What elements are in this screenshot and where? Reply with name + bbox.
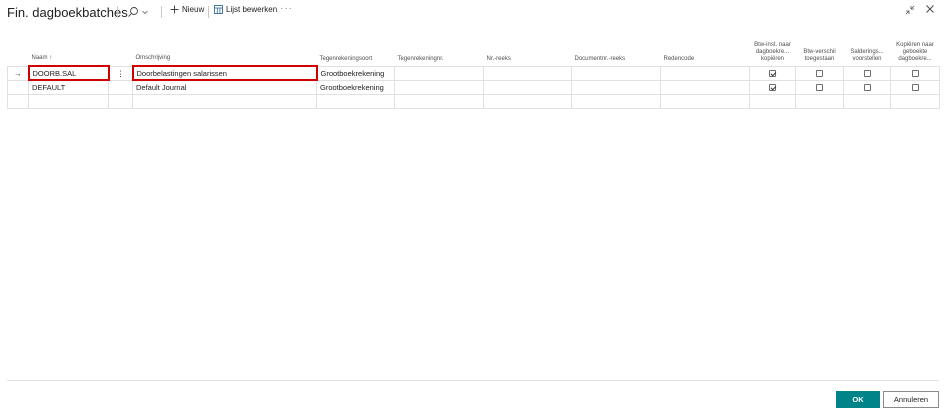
tegenrekeningnr-cell[interactable] <box>394 79 484 95</box>
btw-kopieren-cell <box>749 65 796 81</box>
omschrijving-cell[interactable]: Default Journal <box>132 79 317 95</box>
column-header-saldering[interactable]: Salderings... voorstellen <box>844 28 891 66</box>
tegenrekeningnr-cell[interactable] <box>394 65 484 81</box>
edit-list-button[interactable]: Lijst bewerken <box>214 5 277 14</box>
kopieren-geboekt-cell <box>890 79 940 95</box>
new-button-label: Nieuw <box>182 5 205 14</box>
row-indicator <box>7 79 29 95</box>
tegenrekeningsoort-cell[interactable]: Grootboekrekening <box>316 79 395 95</box>
empty-cell[interactable] <box>749 93 796 109</box>
btw-verschil-checkbox[interactable] <box>816 84 823 92</box>
empty-cell <box>108 93 133 109</box>
close-icon[interactable] <box>925 4 935 14</box>
empty-cell[interactable] <box>843 93 891 109</box>
table-row[interactable]: DEFAULT Default Journal Grootboekrekenin… <box>7 79 940 95</box>
column-header-documentnr-reeks[interactable]: Documentnr.-reeks <box>572 28 661 66</box>
empty-cell[interactable] <box>571 93 661 109</box>
title-bar: Fin. dagboekbatches Nieuw Lijst bewerken… <box>0 0 945 24</box>
saldering-checkbox[interactable] <box>863 70 871 78</box>
tegenrekeningsoort-cell[interactable]: Grootboekrekening <box>316 65 395 81</box>
column-header-naam[interactable]: Naam ↑ <box>29 28 109 66</box>
btw-verschil-cell <box>795 65 844 81</box>
nr-reeks-cell[interactable] <box>483 65 572 81</box>
plus-icon <box>170 5 179 14</box>
table-row[interactable]: → DOORB.SAL ⋮ Doorbelastingen salarissen… <box>7 65 940 81</box>
naam-cell[interactable]: DEFAULT <box>28 79 109 95</box>
kopieren-geboekt-checkbox[interactable] <box>911 84 919 92</box>
new-row[interactable] <box>7 93 940 109</box>
btw-kopieren-cell <box>749 79 796 95</box>
omschrijving-cell[interactable]: Doorbelastingen salarissen <box>131 65 318 81</box>
empty-cell[interactable] <box>316 93 395 109</box>
more-options-button[interactable]: ··· <box>280 3 293 14</box>
kopieren-geboekt-checkbox[interactable] <box>911 70 919 78</box>
redencode-cell[interactable] <box>660 79 750 95</box>
batch-grid: Naam ↑ Omschrijving Tegenrekeningsoort T… <box>7 28 940 109</box>
column-header-tegenrekeningnr[interactable]: Tegenrekeningnr. <box>395 28 484 66</box>
saldering-cell <box>843 79 891 95</box>
grid-header-row: Naam ↑ Omschrijving Tegenrekeningsoort T… <box>8 28 940 66</box>
row-actions-button[interactable]: ⋮ <box>108 65 133 81</box>
column-header-tegenrekeningsoort[interactable]: Tegenrekeningsoort <box>317 28 395 66</box>
column-header-btw-kopieren[interactable]: Btw-inst. naar dagboekre... kopiëren <box>750 28 796 66</box>
toolbar-separator <box>161 6 162 18</box>
footer-divider <box>7 380 939 381</box>
empty-cell[interactable] <box>132 93 317 109</box>
cancel-button[interactable]: Annuleren <box>883 391 939 408</box>
search-icon <box>128 7 138 17</box>
chevron-down-icon <box>142 10 148 15</box>
column-header-redencode[interactable]: Redencode <box>661 28 750 66</box>
column-header-btw-verschil[interactable]: Btw-verschil toegestaan <box>796 28 844 66</box>
column-header-nr-reeks[interactable]: Nr.-reeks <box>484 28 572 66</box>
naam-cell[interactable]: DOORB.SAL <box>27 65 110 81</box>
search-button[interactable] <box>127 4 153 20</box>
documentnr-reeks-cell[interactable] <box>571 65 661 81</box>
btw-verschil-cell <box>795 79 844 95</box>
saldering-checkbox[interactable] <box>863 84 871 92</box>
saldering-cell <box>843 65 891 81</box>
nr-reeks-cell[interactable] <box>483 79 572 95</box>
empty-cell[interactable] <box>660 93 750 109</box>
btw-kopieren-checkbox[interactable] <box>769 84 776 92</box>
documentnr-reeks-cell[interactable] <box>571 79 661 95</box>
empty-cell[interactable] <box>795 93 844 109</box>
row-actions-cell <box>108 79 133 95</box>
empty-cell[interactable] <box>394 93 484 109</box>
btw-kopieren-checkbox[interactable] <box>769 70 776 78</box>
toolbar-separator <box>117 6 118 18</box>
page-title: Fin. dagboekbatches <box>7 5 128 20</box>
new-button[interactable]: Nieuw <box>170 5 204 14</box>
toolbar-separator <box>208 6 209 18</box>
collapse-icon[interactable] <box>905 5 915 15</box>
empty-cell <box>7 93 29 109</box>
row-indicator-arrow: → <box>7 65 29 81</box>
column-header-kopieren-geboekt[interactable]: Kopiëren naar geboekte dagboekre... <box>891 28 940 66</box>
btw-verschil-checkbox[interactable] <box>816 70 823 78</box>
kopieren-geboekt-cell <box>890 65 940 81</box>
empty-cell[interactable] <box>890 93 940 109</box>
column-header-indicator <box>8 28 29 66</box>
empty-cell[interactable] <box>483 93 572 109</box>
column-header-omschrijving[interactable]: Omschrijving <box>133 28 317 66</box>
column-header-actions <box>109 28 133 66</box>
edit-list-label: Lijst bewerken <box>226 5 278 14</box>
edit-list-icon <box>214 5 223 14</box>
ok-button[interactable]: OK <box>836 391 880 408</box>
redencode-cell[interactable] <box>660 65 750 81</box>
empty-cell[interactable] <box>28 93 109 109</box>
